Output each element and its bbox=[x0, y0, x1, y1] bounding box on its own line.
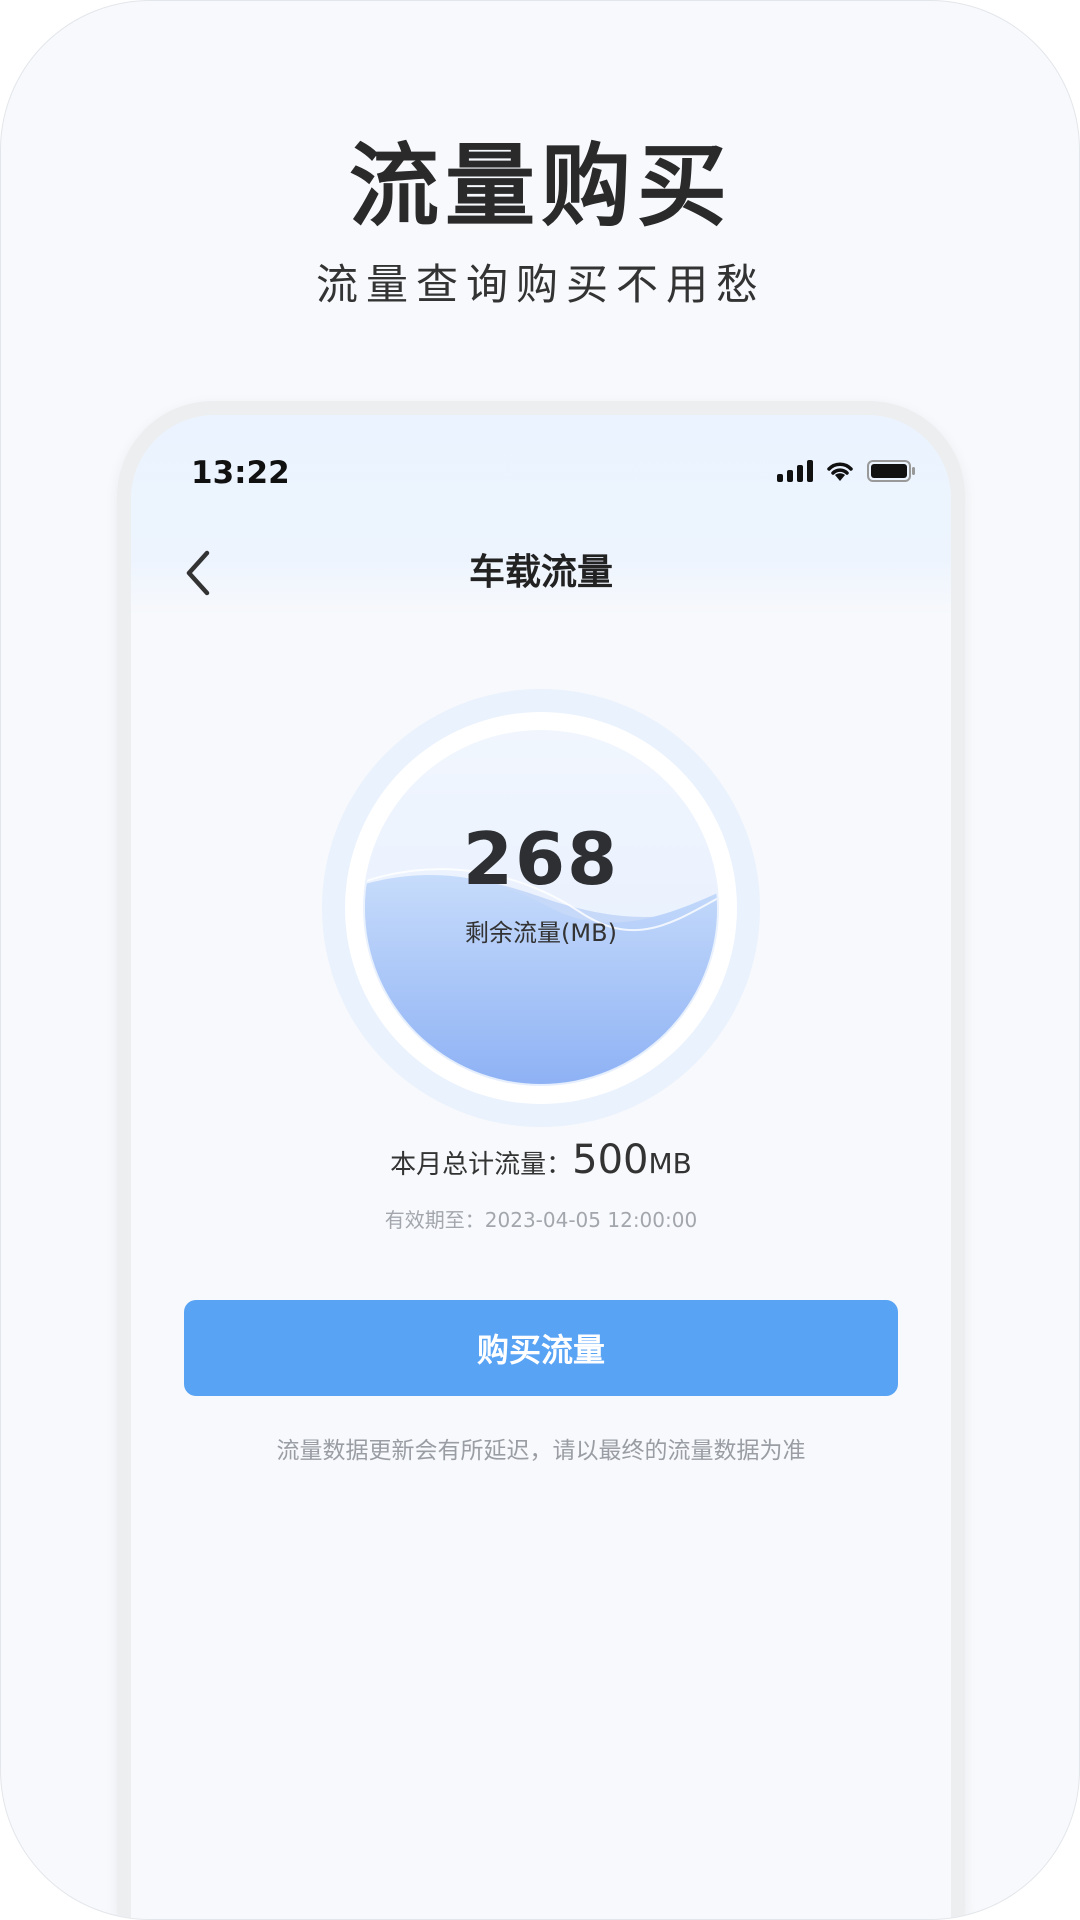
traffic-gauge bbox=[322, 689, 760, 1127]
remaining-traffic-value: 268 bbox=[462, 817, 620, 901]
promo-canvas: 流量购买 流量查询购买不用愁 13:22 车载流量 268 剩余流量(MB) 本… bbox=[0, 0, 1080, 1920]
delay-notice: 流量数据更新会有所延迟，请以最终的流量数据为准 bbox=[276, 1438, 806, 1464]
buy-traffic-button[interactable]: 购买流量 bbox=[184, 1300, 898, 1396]
status-icons bbox=[777, 459, 917, 483]
phone-frame: 13:22 车载流量 268 剩余流量(MB) 本月总计流量：500MB 有效期… bbox=[117, 401, 965, 1919]
promo-subtitle: 流量查询购买不用愁 bbox=[315, 260, 766, 309]
total-traffic-unit: MB bbox=[648, 1147, 692, 1180]
remaining-traffic-label: 剩余流量(MB) bbox=[465, 919, 617, 947]
expiry-date: 有效期至：2023-04-05 12:00:00 bbox=[384, 1208, 698, 1232]
total-traffic-value: 500 bbox=[572, 1137, 649, 1183]
promo-title: 流量购买 bbox=[349, 134, 733, 239]
battery-icon bbox=[867, 460, 915, 482]
page-title: 车载流量 bbox=[468, 552, 613, 593]
signal-icon bbox=[777, 460, 813, 482]
status-time: 13:22 bbox=[191, 455, 290, 491]
total-traffic-row: 本月总计流量：500MB bbox=[131, 1137, 951, 1183]
total-traffic-label: 本月总计流量： bbox=[390, 1150, 573, 1180]
wifi-icon bbox=[827, 462, 853, 481]
phone-screen: 13:22 车载流量 268 剩余流量(MB) 本月总计流量：500MB 有效期… bbox=[131, 415, 951, 1919]
